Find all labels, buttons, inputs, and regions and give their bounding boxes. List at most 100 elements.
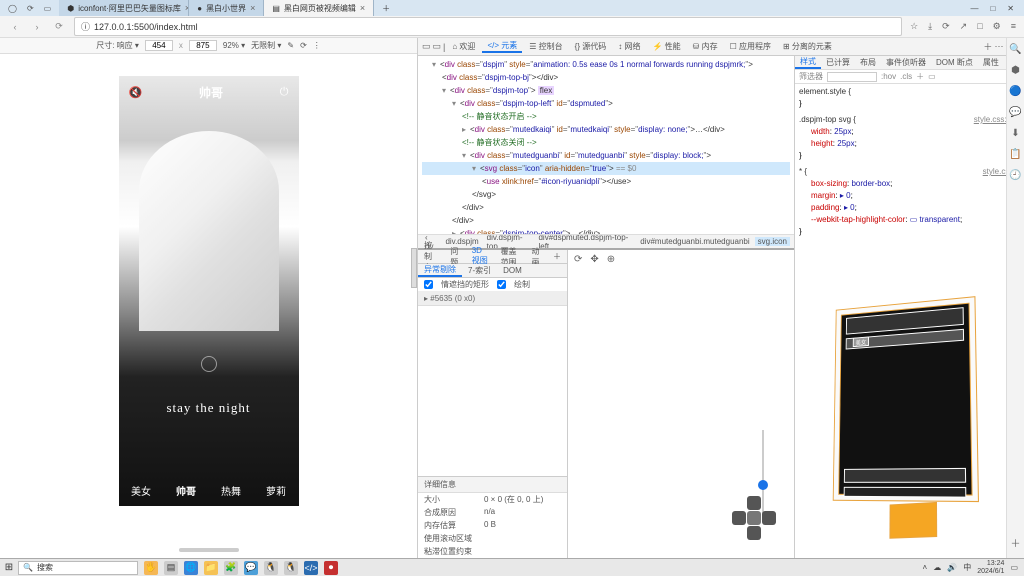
taskbar-app[interactable]: 🖐 <box>144 561 158 575</box>
sidebar-icon[interactable]: 🕘 <box>1009 170 1021 181</box>
3d-view[interactable]: ⟳ ✥ ⊕ 美女 <box>568 250 794 558</box>
dpad-center[interactable] <box>747 511 761 525</box>
refresh-icon[interactable]: ⟳ <box>942 21 950 32</box>
tab-console[interactable]: ☰ 控制台 <box>524 41 567 52</box>
tray-volume-icon[interactable]: 🔊 <box>947 563 957 572</box>
minimize-button[interactable]: — <box>970 4 978 13</box>
sidebar-icon[interactable]: 📋 <box>1009 149 1021 160</box>
color-icon[interactable]: ▭ <box>928 72 936 81</box>
device-size-label[interactable]: 尺寸: 响应 ▾ <box>96 40 139 51</box>
bookmark-icon[interactable]: ☆ <box>910 21 918 32</box>
tray-clock[interactable]: 13:24 2024/6/1 <box>977 560 1004 576</box>
device-zoom-select[interactable]: 92% ▾ <box>223 41 245 50</box>
tab-performance[interactable]: ⚡ 性能 <box>647 41 685 52</box>
taskbar-app[interactable]: ⏺ <box>324 561 338 575</box>
tab-application[interactable]: ☐ 应用程序 <box>725 41 776 52</box>
collections-icon[interactable]: □ <box>977 21 982 32</box>
menu-icon[interactable]: ▭ <box>44 4 52 13</box>
dpad-left[interactable] <box>732 511 746 525</box>
tab-memory[interactable]: ⛁ 内存 <box>688 41 723 52</box>
chk-paint[interactable] <box>497 280 506 289</box>
styles-tab-events[interactable]: 事件侦听器 <box>881 57 931 68</box>
tab-detached[interactable]: ⊞ 分离的元素 <box>778 41 837 52</box>
pan-icon[interactable]: ✥ <box>590 254 598 265</box>
subtab-culling[interactable]: 异常剔除 <box>418 264 462 277</box>
close-icon[interactable]: × <box>360 3 365 13</box>
reload-button[interactable]: ⟳ <box>52 21 66 32</box>
styles-tab-dombp[interactable]: DOM 断点 <box>931 57 978 68</box>
taskbar-app[interactable]: 📁 <box>204 561 218 575</box>
tray-expand-icon[interactable]: ˄ <box>923 563 928 572</box>
cls-toggle[interactable]: .cls <box>900 72 912 81</box>
reload-icon[interactable]: ⟳ <box>27 4 34 13</box>
taskbar-app[interactable]: 🐧 <box>284 561 298 575</box>
zoom-icon[interactable]: ⊕ <box>607 254 615 265</box>
sidebar-icon[interactable]: 💬 <box>1009 107 1021 118</box>
bc-item-selected[interactable]: svg.icon <box>755 237 790 246</box>
device-toggle-icon[interactable]: ▭ <box>433 41 442 52</box>
inspect-icon[interactable]: ▭ <box>422 41 431 52</box>
layer-row[interactable]: ▸ #5635 (0 x0) <box>418 292 567 306</box>
close-button[interactable]: ✕ <box>1007 4 1014 13</box>
taskbar-app[interactable]: </> <box>304 561 318 575</box>
nav-item-0[interactable]: 美女 <box>131 483 151 498</box>
device-width-input[interactable] <box>145 40 173 51</box>
close-icon[interactable]: × <box>250 3 255 13</box>
url-input[interactable]: ⓘ 127.0.0.1:5500/index.html <box>74 17 902 36</box>
hov-toggle[interactable]: :hov <box>881 72 896 81</box>
tab-sources[interactable]: {} 源代码 <box>570 41 612 52</box>
devbar-icon[interactable]: ✎ <box>287 41 294 50</box>
sidebar-add-icon[interactable]: ＋ <box>1011 535 1021 550</box>
bc-item[interactable]: div#mutedguanbi.mutedguanbi <box>637 237 752 246</box>
new-rule-icon[interactable]: ＋ <box>916 71 924 82</box>
browser-tab-0[interactable]: ⬢ iconfont·阿里巴巴矢量图标库 × <box>59 0 189 16</box>
back-button[interactable]: ‹ <box>8 22 22 32</box>
start-button[interactable]: ⊞ <box>0 562 18 573</box>
dpad-right[interactable] <box>762 511 776 525</box>
drawer-tab-add[interactable]: ＋ <box>547 251 567 262</box>
layer-badge[interactable]: 美女 <box>853 336 869 347</box>
taskbar-search[interactable]: 🔍 搜索 <box>18 561 138 575</box>
layer[interactable] <box>844 468 966 483</box>
share-icon[interactable]: ↗ <box>960 21 968 32</box>
dpad-up[interactable] <box>747 496 761 510</box>
site-info-icon[interactable]: ⓘ <box>81 20 90 33</box>
styles-tab-styles[interactable]: 样式 <box>795 56 821 69</box>
tray-notifications-icon[interactable]: ▭ <box>1010 563 1018 572</box>
nav-item-3[interactable]: 萝莉 <box>266 483 286 498</box>
taskbar-app[interactable]: 🧩 <box>224 561 238 575</box>
layer-extra[interactable] <box>889 502 937 539</box>
tab-welcome[interactable]: ⌂ 欢迎 <box>447 41 480 52</box>
3d-layers[interactable]: 美女 <box>833 296 979 502</box>
bc-item[interactable]: div#dspmuted.dspjm-top-left <box>535 234 635 248</box>
tray-weather-icon[interactable]: ☁ <box>933 563 941 572</box>
browser-tab-1[interactable]: ● 黑白小世界 × <box>189 0 264 16</box>
h-scrollbar-thumb[interactable] <box>179 548 239 552</box>
add-tab-icon[interactable]: ＋ <box>983 40 992 53</box>
subtab-dom[interactable]: DOM <box>497 266 528 275</box>
dpad-down[interactable] <box>747 526 761 540</box>
styles-filter-input[interactable] <box>827 72 877 82</box>
download-icon[interactable]: ⤓ <box>928 21 932 32</box>
nav-item-1[interactable]: 帅哥 <box>176 483 196 498</box>
menu-icon[interactable]: ≡ <box>1011 21 1016 32</box>
mobile-preview[interactable]: 🔇 帅哥 ⏻ stay the night 美女 帅哥 热舞 萝莉 <box>119 76 299 506</box>
browser-tab-2[interactable]: ▤ 黑白网页被视频编辑 × <box>264 0 374 16</box>
sidebar-icon[interactable]: ⬇ <box>1011 128 1019 139</box>
taskbar-app[interactable]: ▤ <box>164 561 178 575</box>
forward-button[interactable]: › <box>30 22 44 32</box>
devbar-icon[interactable]: ⟳ <box>300 41 307 50</box>
resize-handle[interactable] <box>411 248 417 288</box>
chk-rect[interactable] <box>424 280 433 289</box>
taskbar-app[interactable]: 🌐 <box>184 561 198 575</box>
nav-item-2[interactable]: 热舞 <box>221 483 241 498</box>
styles-tab-layout[interactable]: 布局 <box>855 57 881 68</box>
sidebar-icon[interactable]: ⬢ <box>1011 65 1020 76</box>
sidebar-search-icon[interactable]: 🔍 <box>1009 44 1021 55</box>
styles-tab-props[interactable]: 属性 <box>978 57 1004 68</box>
layer[interactable] <box>844 487 967 498</box>
new-tab-button[interactable]: ＋ <box>374 0 398 16</box>
tray-ime-icon[interactable]: 中 <box>963 562 971 573</box>
mute-icon[interactable]: 🔇 <box>129 86 143 99</box>
device-height-input[interactable] <box>189 40 217 51</box>
